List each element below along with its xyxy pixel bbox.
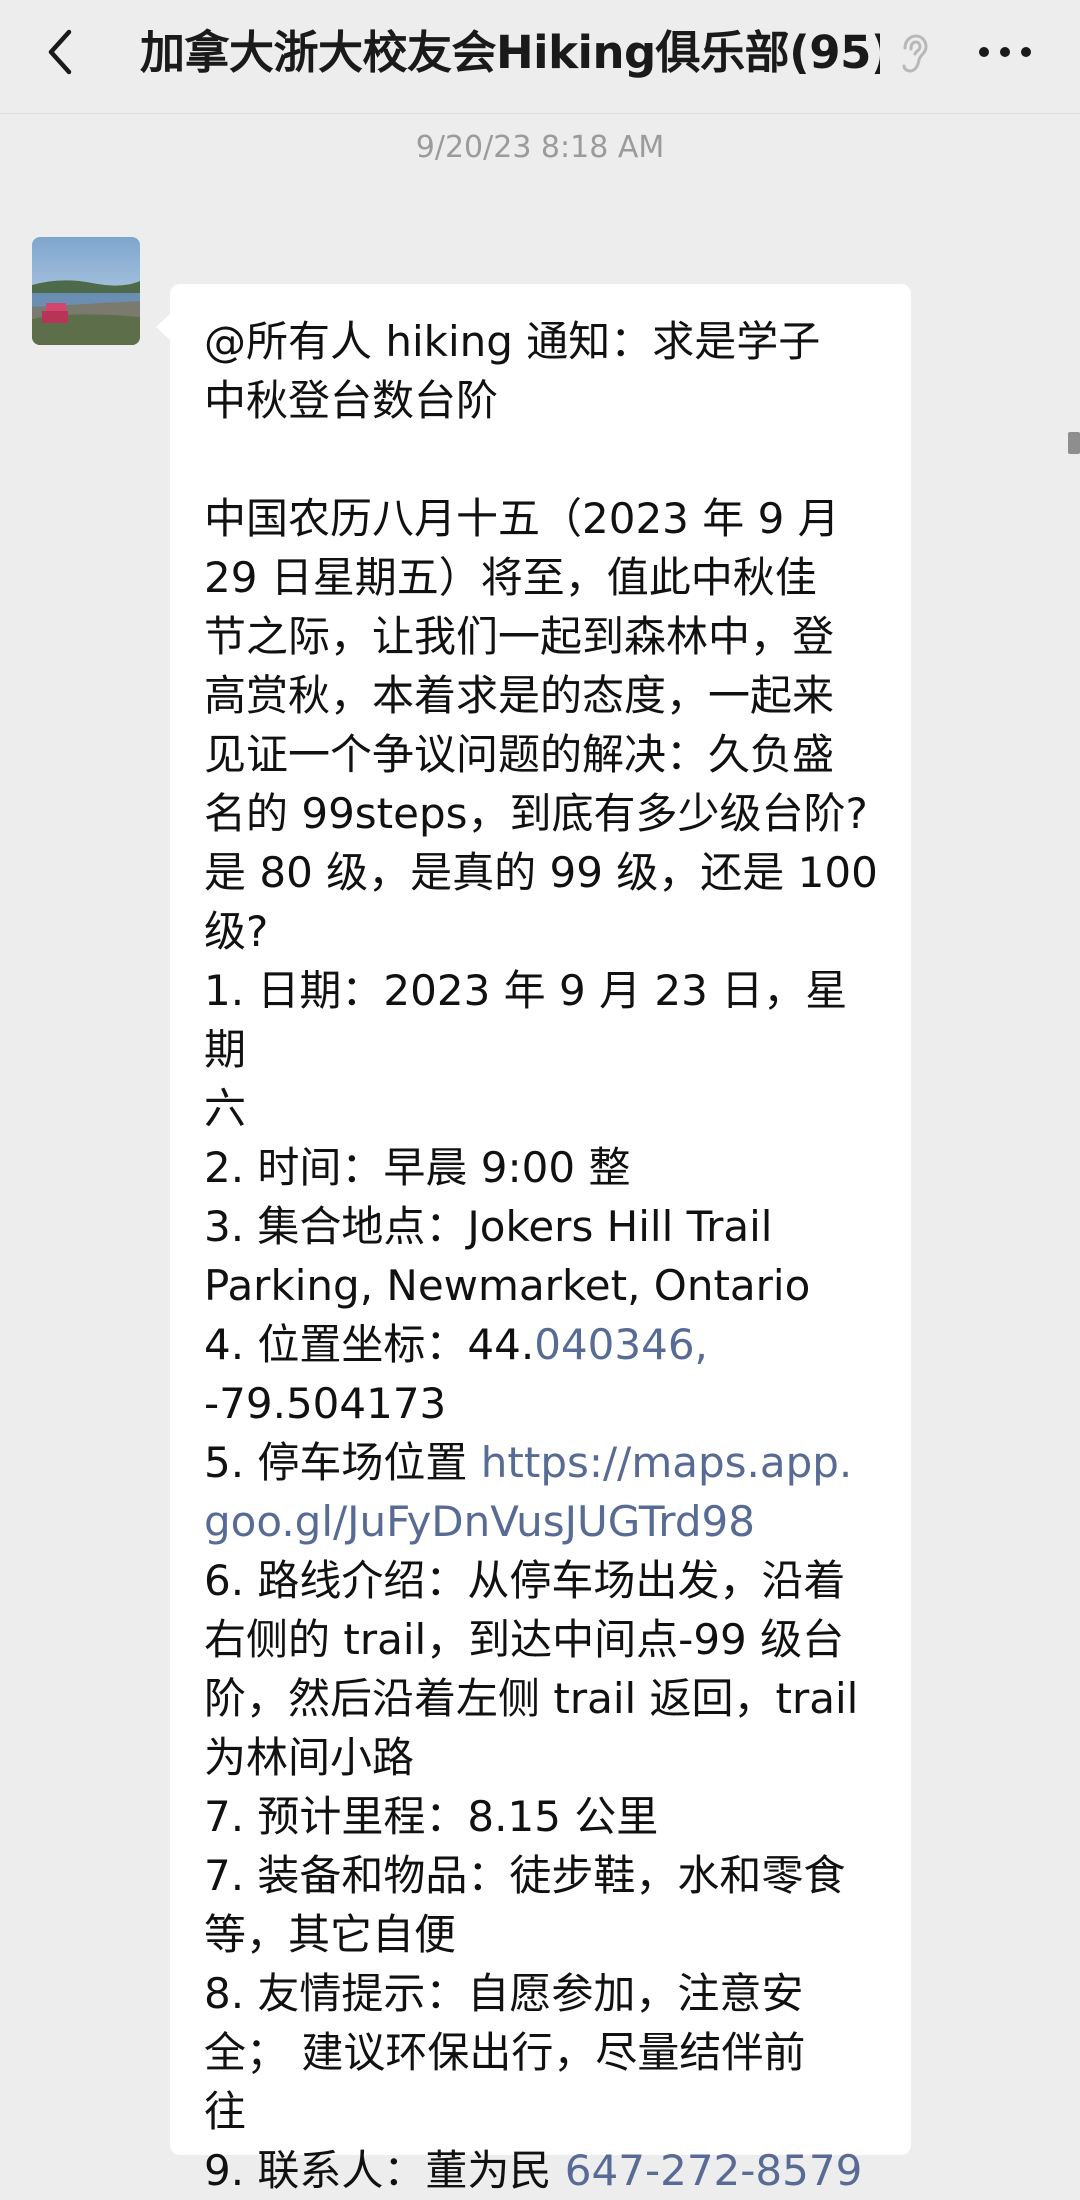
message-line: 29 日星期五）将至，值此中秋佳 <box>204 553 817 602</box>
message-line: 6. 路线介绍：从停车场出发，沿着 <box>204 1556 846 1605</box>
message-bubble[interactable]: @所有人 hiking 通知：求是学子 中秋登台数台阶 中国农历八月十五（202… <box>156 284 911 2195</box>
scrollbar[interactable] <box>1068 432 1080 454</box>
contact-label: 9. 联系人：董为民 <box>204 2146 565 2195</box>
message-line: 级? <box>204 907 269 956</box>
back-button[interactable] <box>30 22 90 82</box>
message-line: 全； 建议环保出行，尽量结伴前 <box>204 2028 806 2077</box>
message-line: 5. 停车场位置 https://maps.app. <box>204 1433 879 1492</box>
message-line: 为林间小路 <box>204 1733 415 1782</box>
more-dots-icon <box>979 47 1031 57</box>
message-line: 等，其它自便 <box>204 1910 457 1959</box>
message-line: @所有人 hiking 通知：求是学子 <box>204 317 821 366</box>
message-line: 1. 日期：2023 年 9 月 23 日，星期 <box>204 966 848 1074</box>
message-line: 中国农历八月十五（2023 年 9 月 <box>204 494 840 543</box>
message-line: -79.504173 <box>204 1379 447 1428</box>
message-line: 4. 位置坐标：44.040346, <box>204 1315 879 1374</box>
avatar-landscape-image <box>32 237 140 345</box>
coordinates-link[interactable]: 040346, <box>534 1320 708 1369</box>
phone-link[interactable]: 647-272-8579 <box>565 2146 863 2195</box>
message-timestamp: 9/20/23 8:18 AM <box>415 130 665 165</box>
message-line: 高赏秋，本着求是的态度，一起来 <box>204 671 835 720</box>
parking-label: 5. 停车场位置 <box>204 1438 481 1487</box>
message-line: 中秋登台数台阶 <box>204 376 499 425</box>
message-line: 右侧的 trail，到达中间点-99 级台 <box>204 1615 845 1664</box>
message-line: 阶，然后沿着左侧 trail 返回，trail <box>204 1674 859 1723</box>
avatar[interactable] <box>32 237 140 345</box>
message-line: 3. 集合地点：Jokers Hill Trail <box>204 1202 773 1251</box>
message-line: 节之际，让我们一起到森林中，登 <box>204 612 835 661</box>
more-options-button[interactable] <box>970 22 1040 82</box>
message-line: 7. 装备和物品：徒步鞋，水和零食 <box>204 1851 846 1900</box>
chevron-left-icon <box>48 29 72 75</box>
message-line: 8. 友情提示：自愿参加，注意安 <box>204 1969 804 2018</box>
message-line: 见证一个争议问题的解决：久负盛 <box>204 730 835 779</box>
chat-header: 加拿大浙大校友会Hiking俱乐部(95) <box>0 0 1080 114</box>
message-text: @所有人 hiking 通知：求是学子 中秋登台数台阶 中国农历八月十五（202… <box>204 312 879 2200</box>
message-line: 9. 联系人：董为民 647-272-8579 <box>204 2141 879 2200</box>
coordinates-label: 4. 位置坐标：44. <box>204 1320 535 1369</box>
message-line: 2. 时间：早晨 9:00 整 <box>204 1143 631 1192</box>
chat-title: 加拿大浙大校友会Hiking俱乐部(95) <box>140 26 880 79</box>
message-line: 7. 预计里程：8.15 公里 <box>204 1792 659 1841</box>
message-line: 往 <box>204 2087 247 2136</box>
message-line: 名的 99steps，到底有多少级台阶? <box>204 789 868 838</box>
maps-link-continued[interactable]: goo.gl/JuFyDnVusJUGTrd98 <box>204 1492 879 1551</box>
ear-icon <box>902 34 928 73</box>
mute-button[interactable] <box>893 30 935 78</box>
message-line: Parking, Newmarket, Ontario <box>204 1261 811 1310</box>
message-line: 是 80 级，是真的 99 级，还是 100 <box>204 848 878 897</box>
message-line: 六 <box>204 1084 247 1133</box>
maps-link[interactable]: https://maps.app. <box>481 1438 853 1487</box>
